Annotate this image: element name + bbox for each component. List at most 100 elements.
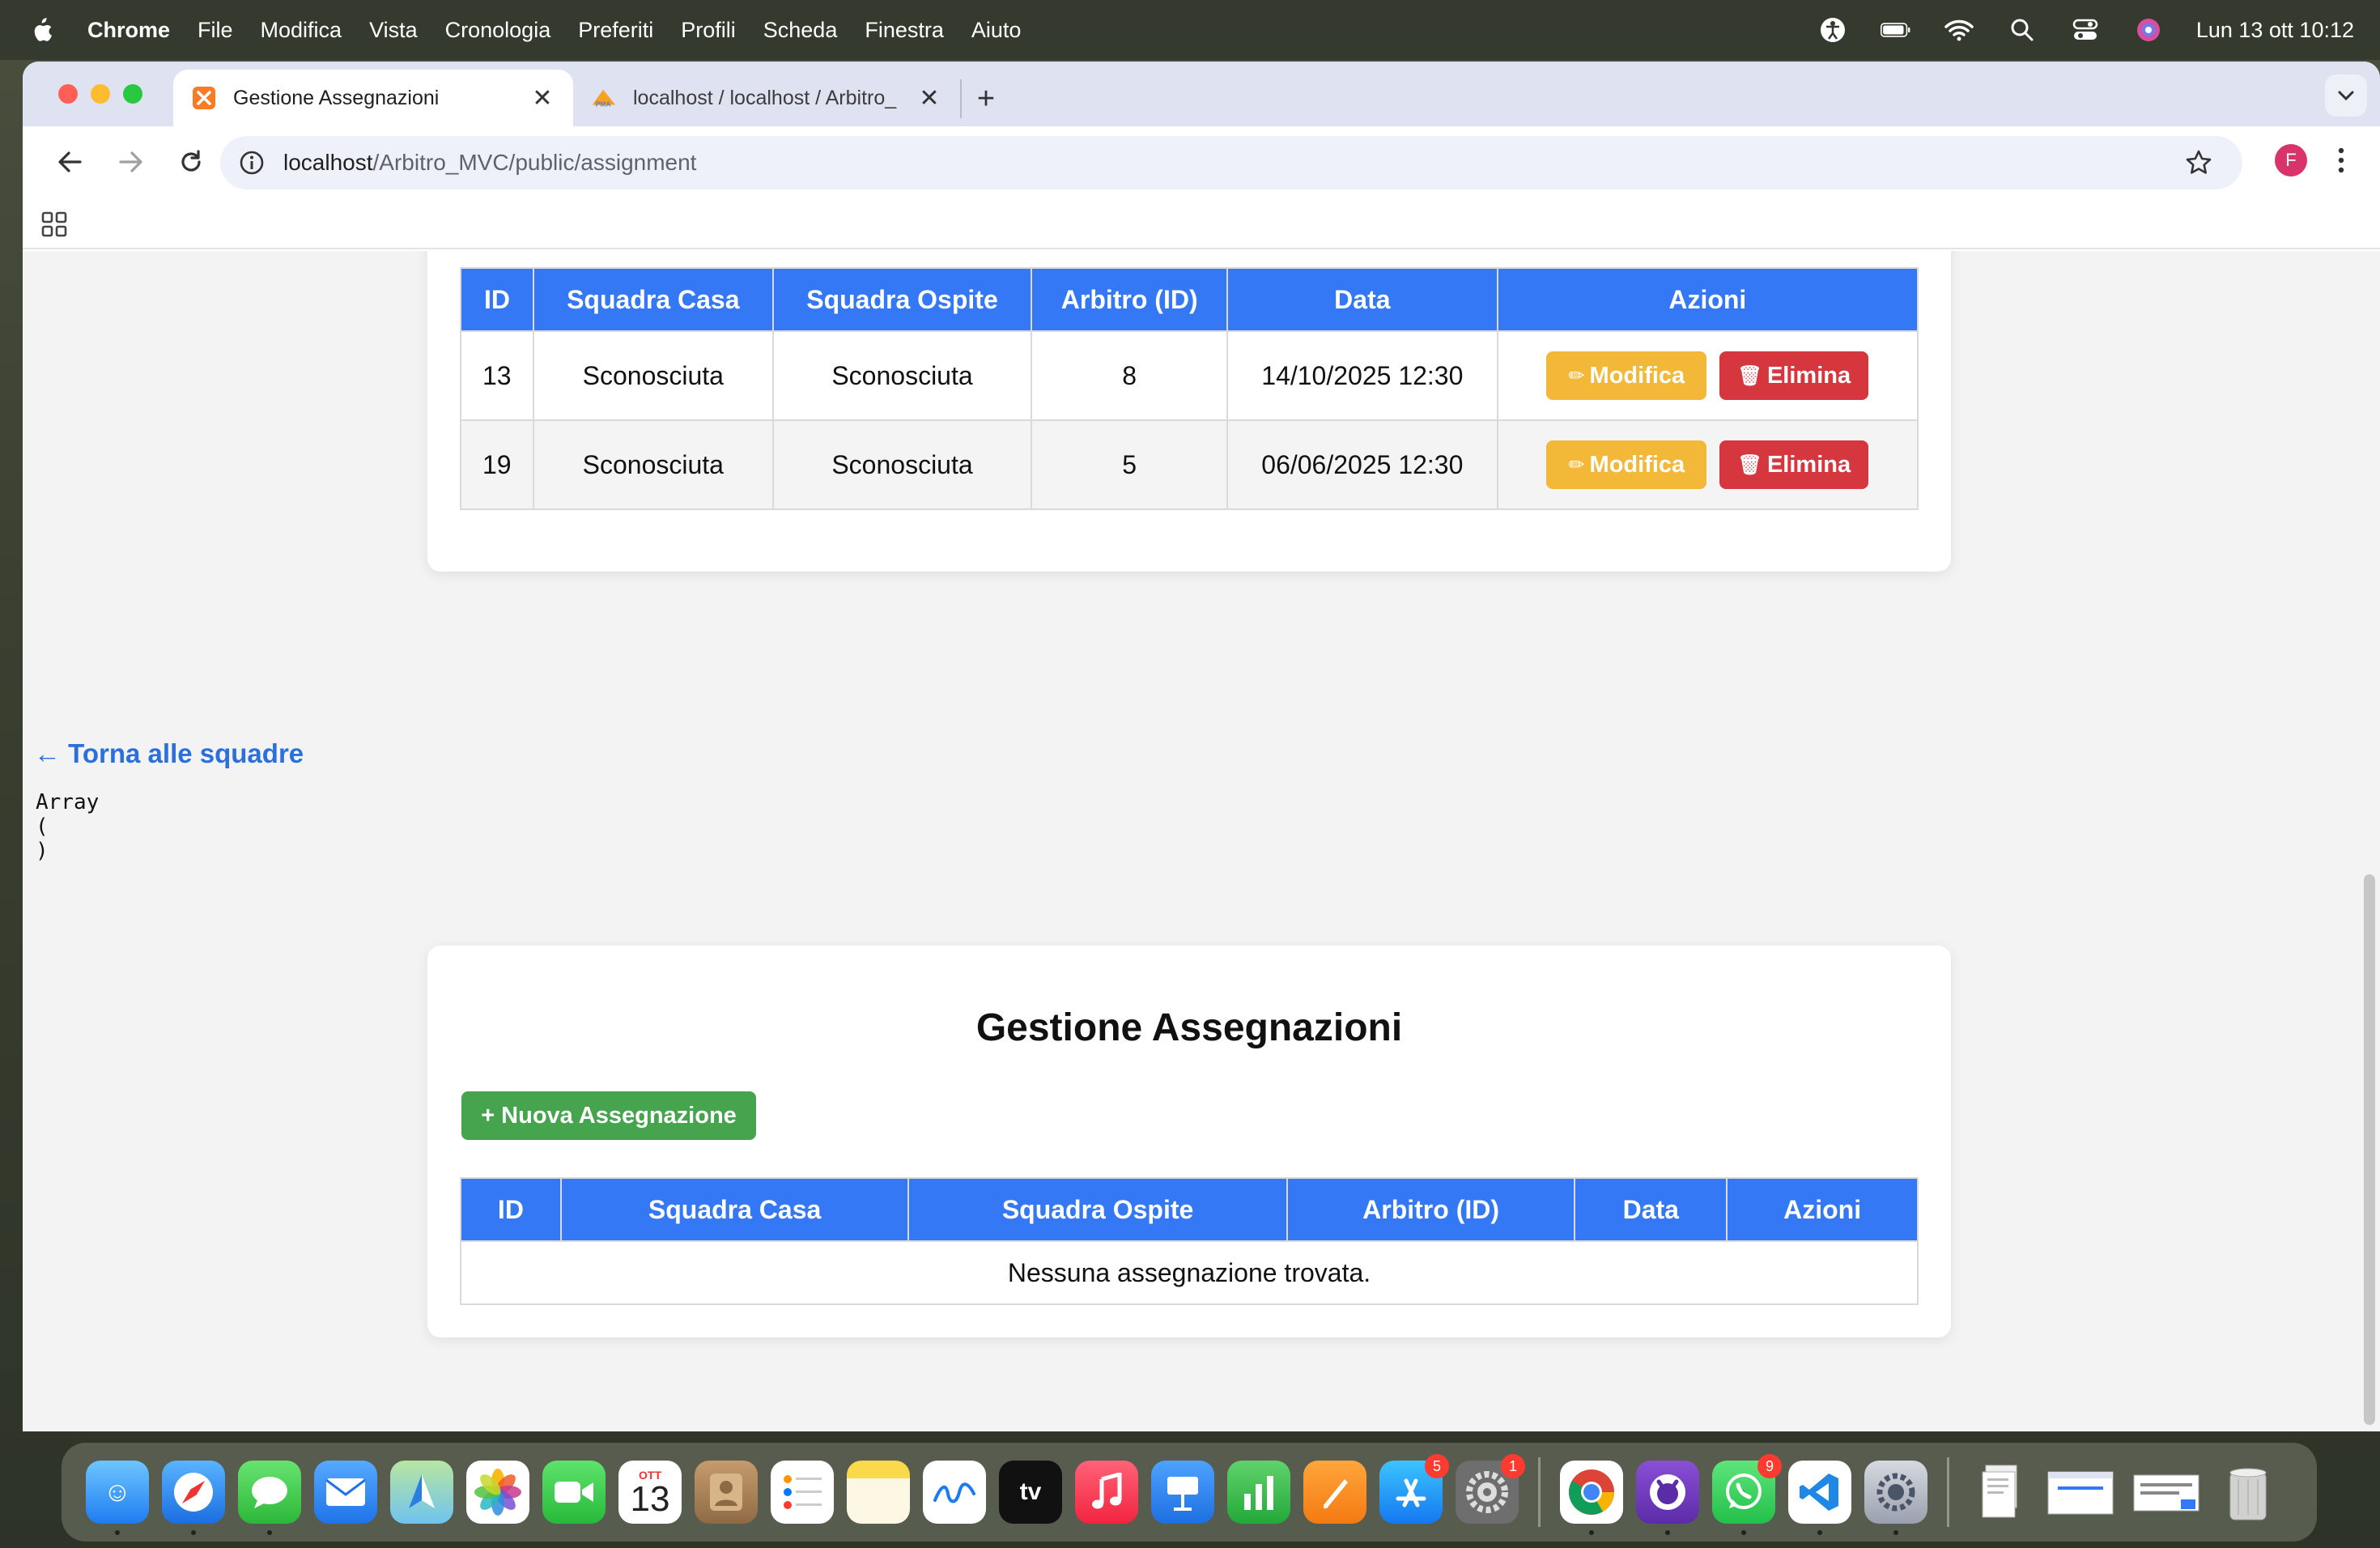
browser-toolbar: localhost/Arbitro_MVC/public/assignment [23,126,2380,198]
empty-message: Nessuna assegnazione trovata. [460,1240,1919,1305]
menu-finestra[interactable]: Finestra [865,18,944,43]
menu-app-name[interactable]: Chrome [87,18,170,43]
wifi-icon[interactable] [1944,15,1974,45]
column-header-actions: Azioni [1726,1177,1919,1242]
close-tab-icon[interactable]: ✕ [529,85,555,112]
phpmyadmin-favicon-icon: PMA [591,85,617,111]
menu-bar-clock[interactable]: Lun 13 ott 10:12 [2196,18,2354,43]
cell-away-team: Sconosciuta [771,330,1033,421]
tab-gestione-assegnazioni[interactable]: Gestione Assegnazioni ✕ [173,70,573,126]
numbers-icon[interactable] [1227,1461,1290,1524]
site-info-icon[interactable] [236,147,267,178]
tab-strip: Gestione Assegnazioni ✕ PMA localhost / … [23,62,2380,126]
page-viewport: ID Squadra Casa Squadra Ospite Arbitro (… [23,251,2380,1431]
new-tab-button[interactable]: + [960,79,999,118]
keynote-icon[interactable] [1151,1461,1214,1524]
back-to-teams-link[interactable]: ← Torna alle squadre [34,738,304,769]
reminders-icon[interactable] [771,1461,834,1524]
delete-button[interactable]: 🗑 Elimina [1719,440,1869,489]
address-bar[interactable]: localhost/Arbitro_MVC/public/assignment [220,136,2242,189]
github-desktop-icon[interactable] [1636,1461,1699,1535]
bookmark-star-icon[interactable] [2182,147,2215,179]
app-store-icon[interactable]: 5 [1379,1454,1449,1524]
maps-icon[interactable] [390,1461,453,1524]
column-header-actions: Azioni [1496,267,1919,332]
facetime-icon[interactable] [542,1461,606,1524]
edit-button-label: Modifica [1589,451,1685,478]
finder-icon[interactable]: ☺ [86,1461,149,1535]
pencil-icon: ✏ [1568,453,1585,476]
menu-file[interactable]: File [198,18,233,43]
close-window-button[interactable] [58,84,78,104]
screenshot-thumbnail-icon[interactable] [2045,1461,2118,1524]
cell-id: 13 [460,330,534,421]
pages-icon[interactable] [1303,1461,1366,1524]
music-icon[interactable] [1075,1461,1138,1524]
running-indicator [115,1530,120,1535]
running-indicator [1665,1530,1670,1535]
whatsapp-icon[interactable]: 9 [1712,1454,1782,1535]
control-center-icon[interactable] [2070,15,2101,45]
browser-window: Gestione Assegnazioni ✕ PMA localhost / … [23,62,2380,1431]
forward-arrow-icon[interactable] [113,144,149,180]
tab-search-chevron-icon[interactable] [2325,74,2367,117]
document-stack-icon[interactable] [1969,1461,2032,1524]
photos-icon[interactable] [466,1461,529,1524]
profile-avatar[interactable]: F [2275,144,2307,176]
menu-cronologia[interactable]: Cronologia [445,18,551,43]
menu-profili[interactable]: Profili [681,18,736,43]
close-tab-icon[interactable]: ✕ [916,85,942,112]
edit-button[interactable]: ✏ Modifica [1546,351,1707,400]
window-thumbnail-icon[interactable] [2131,1461,2204,1524]
safari-icon[interactable] [162,1461,225,1535]
new-assignment-button[interactable]: + Nuova Assegnazione [461,1091,756,1140]
menu-scheda[interactable]: Scheda [763,18,838,43]
contacts-icon[interactable] [695,1461,758,1524]
column-header-away-team: Squadra Ospite [907,1177,1288,1242]
accessibility-icon[interactable] [1817,15,1848,45]
spotlight-search-icon[interactable] [2007,15,2038,45]
cell-home-team: Sconosciuta [532,330,774,421]
cell-date: 06/06/2025 12:30 [1226,419,1498,510]
column-header-date: Data [1226,267,1498,332]
column-header-referee: Arbitro (ID) [1031,267,1229,332]
table-row: 19 Sconosciuta Sconosciuta 5 06/06/2025 … [460,419,1919,510]
reload-icon[interactable] [173,144,209,180]
cell-home-team: Sconosciuta [532,419,774,510]
menu-vista[interactable]: Vista [369,18,418,43]
delete-button[interactable]: 🗑 Elimina [1719,351,1869,400]
url-path: /Arbitro_MVC/public/assignment [372,150,697,175]
minimize-window-button[interactable] [91,84,110,104]
calendar-icon[interactable]: OTT 13 [618,1461,682,1524]
running-indicator [1893,1530,1898,1535]
delete-button-label: Elimina [1766,362,1851,389]
zoom-window-button[interactable] [123,84,142,104]
running-indicator [1589,1530,1594,1535]
battery-icon[interactable] [1880,15,1911,45]
apps-grid-icon[interactable] [40,211,68,238]
messages-icon[interactable] [238,1461,301,1535]
mail-icon[interactable] [314,1461,377,1524]
menu-aiuto[interactable]: Aiuto [971,18,1022,43]
dock-separator [1538,1457,1541,1527]
trash-icon[interactable] [2216,1461,2280,1524]
vscode-icon[interactable] [1788,1461,1851,1535]
chrome-icon[interactable] [1560,1461,1623,1535]
table-row: 13 Sconosciuta Sconosciuta 8 14/10/2025 … [460,330,1919,421]
menu-preferiti[interactable]: Preferiti [578,18,653,43]
cell-referee-id: 8 [1031,330,1229,421]
utility-gear-icon[interactable] [1864,1461,1927,1535]
freeform-icon[interactable] [923,1461,986,1524]
edit-button[interactable]: ✏ Modifica [1546,440,1707,489]
back-arrow-icon[interactable] [52,144,87,180]
menu-modifica[interactable]: Modifica [261,18,342,43]
chrome-menu-icon[interactable] [2325,142,2357,178]
apple-tv-icon[interactable]: tv [999,1461,1062,1524]
page-scrollbar[interactable] [2364,874,2375,1425]
siri-icon[interactable] [2133,15,2164,45]
apple-menu-icon[interactable] [28,15,63,45]
notes-icon[interactable] [847,1461,910,1524]
system-settings-icon[interactable]: 1 [1456,1454,1525,1524]
tab-phpmyadmin[interactable]: PMA localhost / localhost / Arbitro_ ✕ [573,70,960,126]
running-indicator [1741,1530,1746,1535]
